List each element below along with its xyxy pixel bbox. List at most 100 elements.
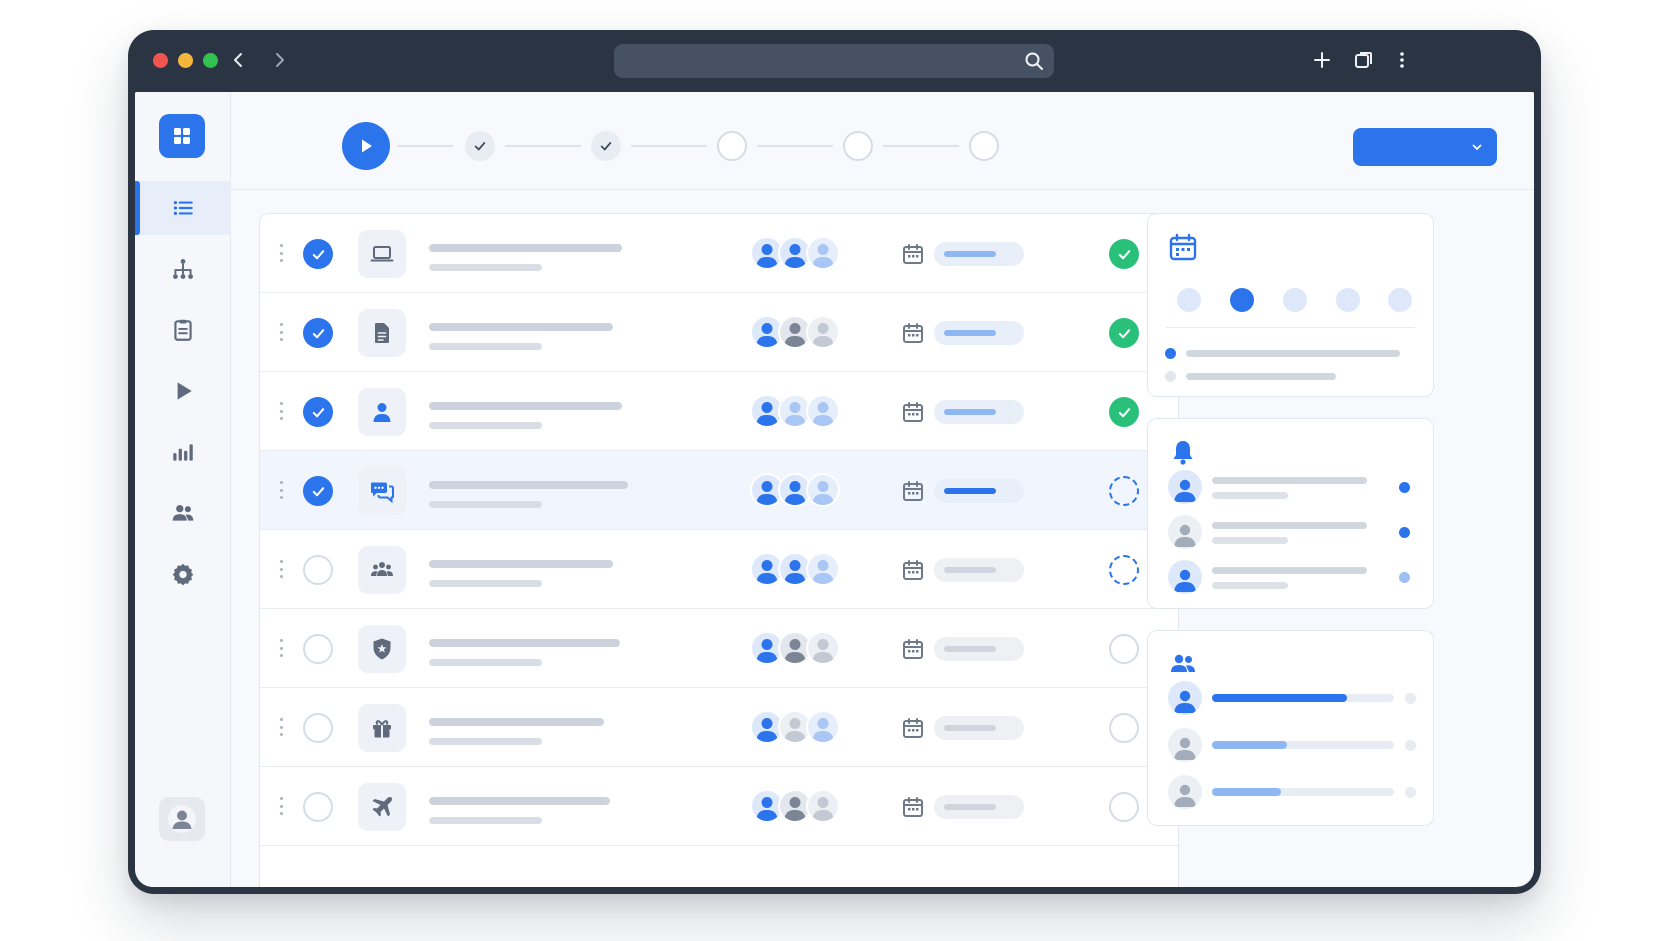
drag-handle[interactable] [278,639,284,657]
due-date-pill[interactable] [934,637,1024,661]
notification-avatar[interactable] [1168,515,1202,549]
status-in-progress-icon[interactable] [1109,476,1139,506]
task-checkbox[interactable] [303,634,333,664]
task-row[interactable] [260,609,1178,688]
assignee-avatar[interactable] [806,236,840,270]
member-avatar[interactable] [1168,728,1202,762]
user-avatar[interactable] [159,797,205,841]
sidebar-item-clipboard[interactable] [135,303,231,357]
status-todo-icon[interactable] [1109,713,1139,743]
calendar-icon[interactable] [901,400,925,424]
task-checkbox-checked[interactable] [303,476,333,506]
primary-action-button[interactable] [1353,128,1497,166]
sidebar-item-workflow[interactable] [135,242,231,296]
forward-button[interactable] [265,46,293,74]
task-checkbox[interactable] [303,792,333,822]
calendar-icon[interactable] [901,716,925,740]
assignee-avatar[interactable] [806,473,840,507]
assignee-avatar[interactable] [806,710,840,744]
drag-handle[interactable] [278,718,284,736]
calendar-icon[interactable] [901,795,925,819]
status-todo-icon[interactable] [1109,634,1139,664]
status-todo-icon[interactable] [1109,792,1139,822]
step-4[interactable] [843,131,873,161]
notification-avatar[interactable] [1168,560,1202,594]
step-1[interactable] [465,131,495,161]
member-avatar[interactable] [1168,681,1202,715]
sidebar-item-media[interactable] [135,364,231,418]
calendar-day[interactable] [1388,288,1412,312]
assignee-group[interactable] [750,710,850,744]
close-button[interactable] [153,53,168,68]
calendar-icon[interactable] [901,242,925,266]
due-date-pill[interactable] [934,479,1024,503]
due-date-pill[interactable] [934,242,1024,266]
task-row[interactable] [260,293,1178,372]
tabs-button[interactable] [1350,46,1378,74]
assignee-avatar[interactable] [806,789,840,823]
task-checkbox-checked[interactable] [303,397,333,427]
assignee-group[interactable] [750,236,850,270]
users-icon[interactable] [1168,649,1198,679]
minimize-button[interactable] [178,53,193,68]
search-icon[interactable] [1024,51,1044,71]
assignee-group[interactable] [750,315,850,349]
drag-handle[interactable] [278,797,284,815]
task-checkbox[interactable] [303,555,333,585]
sidebar-item-settings[interactable] [135,547,231,601]
assignee-avatar[interactable] [806,394,840,428]
task-row[interactable] [260,372,1178,451]
status-done-icon[interactable] [1109,239,1139,269]
due-date-pill[interactable] [934,795,1024,819]
address-bar[interactable] [614,44,1054,78]
calendar-icon[interactable] [901,321,925,345]
task-row[interactable] [260,451,1178,530]
status-done-icon[interactable] [1109,397,1139,427]
calendar-day[interactable] [1336,288,1360,312]
assignee-group[interactable] [750,394,850,428]
assignee-avatar[interactable] [806,552,840,586]
task-checkbox-checked[interactable] [303,239,333,269]
member-avatar[interactable] [1168,775,1202,809]
notification-avatar[interactable] [1168,470,1202,504]
calendar-day-selected[interactable] [1230,288,1254,312]
sidebar-item-people[interactable] [135,486,231,540]
more-menu-button[interactable] [1388,46,1416,74]
calendar-day[interactable] [1283,288,1307,312]
task-row[interactable] [260,214,1178,293]
assignee-group[interactable] [750,789,850,823]
status-done-icon[interactable] [1109,318,1139,348]
sidebar-item-tasks[interactable] [135,181,231,235]
due-date-pill[interactable] [934,716,1024,740]
maximize-button[interactable] [203,53,218,68]
app-logo[interactable] [159,114,205,158]
calendar-day[interactable] [1177,288,1201,312]
drag-handle[interactable] [278,402,284,420]
back-button[interactable] [225,46,253,74]
calendar-icon[interactable] [901,479,925,503]
assignee-group[interactable] [750,552,850,586]
task-row[interactable] [260,530,1178,609]
step-current[interactable] [342,122,390,170]
task-row[interactable] [260,688,1178,767]
new-tab-button[interactable] [1308,46,1336,74]
drag-handle[interactable] [278,481,284,499]
assignee-avatar[interactable] [806,631,840,665]
task-row[interactable] [260,767,1178,846]
task-checkbox[interactable] [303,713,333,743]
task-checkbox-checked[interactable] [303,318,333,348]
due-date-pill[interactable] [934,400,1024,424]
status-in-progress-icon[interactable] [1109,555,1139,585]
bell-icon[interactable] [1168,437,1198,467]
sidebar-item-analytics[interactable] [135,425,231,479]
assignee-group[interactable] [750,631,850,665]
drag-handle[interactable] [278,560,284,578]
calendar-icon[interactable] [901,558,925,582]
assignee-group[interactable] [750,473,850,507]
step-3[interactable] [717,131,747,161]
step-2[interactable] [591,131,621,161]
drag-handle[interactable] [278,323,284,341]
calendar-icon[interactable] [901,637,925,661]
due-date-pill[interactable] [934,558,1024,582]
step-5[interactable] [969,131,999,161]
